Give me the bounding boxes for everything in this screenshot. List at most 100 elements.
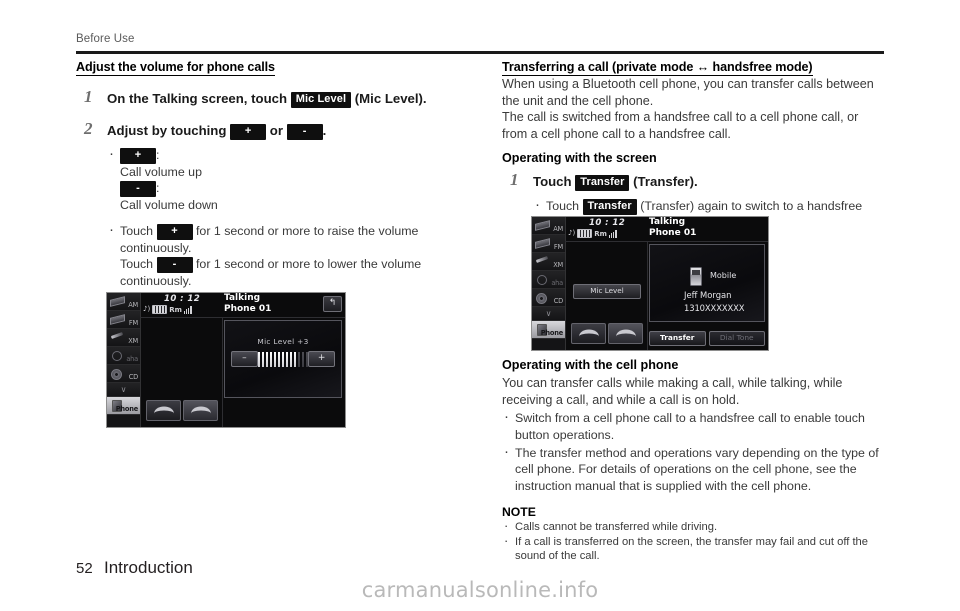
sidebar-item-am[interactable]: AM [107, 293, 140, 311]
antenna-icon [109, 331, 124, 343]
device-left-status-bar: 10 : 12 ♪) Rm Talking Phone 01 ↰ [140, 293, 345, 318]
plus-keycap[interactable]: + [230, 124, 267, 140]
minus-keycap-3[interactable]: - [156, 257, 193, 274]
sidebar-item-xm[interactable]: XM [532, 253, 565, 271]
call-control-buttons [146, 400, 218, 421]
step-1-text: On the Talking screen, touch Mic Level (… [107, 90, 451, 108]
device-left-main: 10 : 12 ♪) Rm Talking Phone 01 ↰ Mic Lev… [140, 293, 345, 427]
transfer-again-pre: Touch [546, 199, 580, 214]
device-right-main: 10 : 12 ♪) Rm Talking Phone 01 Mic Level… [565, 217, 768, 350]
mic-level-keycap[interactable]: Mic Level [290, 92, 352, 108]
roaming-indicator: Rm [594, 229, 607, 238]
left-column: Adjust the volume for phone calls 1 On t… [76, 58, 451, 290]
sidebar-item-am[interactable]: AM [532, 217, 565, 235]
dial-tone-button: Dial Tone [708, 331, 765, 346]
step-1-text-before: On the Talking screen, touch [107, 91, 288, 106]
right-step-1-after: (Transfer). [633, 174, 698, 190]
status-icons: ♪) Rm [143, 305, 192, 314]
bullet-volume-keys: +: Call volume up -: Call volume down [107, 146, 451, 214]
bluetooth-icon: ♪) [568, 229, 576, 237]
tape-icon [534, 219, 550, 231]
colon-1: : [156, 148, 160, 162]
footer-section-name: Introduction [104, 558, 193, 577]
battery-icon [577, 229, 593, 238]
right-step-1-number: 1 [510, 170, 519, 190]
transfer-keycap-2[interactable]: Transfer [582, 199, 637, 216]
mobile-phone-icon [690, 267, 702, 286]
right-column: Transferring a call (private mode ↔ hand… [502, 58, 884, 232]
signal-bars-icon [608, 229, 617, 238]
header-rule [76, 51, 884, 54]
sidebar-item-xm-label: XM [553, 261, 563, 269]
right-section-title: Transferring a call (private mode ↔ hand… [502, 60, 813, 76]
plus-keycap-2[interactable]: + [120, 148, 156, 164]
sidebar-item-fm[interactable]: FM [532, 235, 565, 253]
sidebar-item-phone[interactable]: Phone [532, 321, 565, 339]
mic-level-panel: Mic Level +3 – + [224, 320, 342, 398]
antenna-icon [534, 255, 549, 267]
transfer-button[interactable]: Transfer [649, 331, 706, 346]
disc-icon [109, 367, 124, 380]
chevron-down-icon[interactable]: ∨ [532, 307, 565, 321]
device-left-pane [140, 318, 223, 427]
call-state: Talking [649, 217, 686, 227]
sidebar-item-cd[interactable]: CD [107, 365, 140, 383]
battery-icon [152, 305, 168, 314]
mic-level-control-row: – + [231, 351, 335, 367]
running-head: Before Use [76, 33, 135, 45]
sidebar-item-am-label: AM [128, 301, 138, 309]
phone-bullets: Switch from a cell phone call to a hands… [502, 409, 884, 494]
device-right-source-sidebar: AM FM XM aha CD ∨ Phone [532, 217, 566, 350]
tape-icon [534, 237, 550, 249]
mic-minus-button[interactable]: – [231, 351, 258, 367]
sidebar-item-xm-label: XM [128, 337, 138, 345]
call-state: Talking [224, 293, 261, 303]
answer-call-button[interactable] [571, 323, 606, 344]
call-line-label: Phone 01 [649, 228, 697, 238]
minus-keycap-2[interactable]: - [120, 181, 156, 198]
sidebar-item-fm[interactable]: FM [107, 311, 140, 329]
return-icon[interactable]: ↰ [323, 296, 342, 312]
watermark: carmanualsonline.info [361, 578, 599, 602]
end-call-button[interactable] [608, 323, 643, 344]
handset-icon [190, 406, 211, 415]
minus-keycap[interactable]: - [286, 124, 323, 140]
handset-icon [615, 329, 636, 338]
phone-bullet-1: Switch from a cell phone call to a hands… [502, 409, 884, 443]
note-heading: NOTE [502, 505, 536, 520]
sidebar-item-phone-label: Phone [115, 405, 138, 413]
call-line-label: Phone 01 [224, 304, 272, 314]
transfer-keycap[interactable]: Transfer [575, 175, 630, 192]
sidebar-item-aha-label: aha [126, 355, 138, 363]
handset-icon [153, 406, 174, 415]
right-step-1-text: Touch Transfer (Transfer). [533, 173, 884, 192]
step-1-number: 1 [84, 87, 93, 106]
step-2-text-after: . [322, 123, 327, 138]
plus-keycap-3[interactable]: + [156, 223, 193, 240]
sidebar-item-aha[interactable]: aha [107, 347, 140, 365]
mic-level-segment [281, 351, 285, 367]
device-bottom-bar: Transfer Dial Tone [649, 331, 765, 346]
sidebar-item-xm[interactable]: XM [107, 329, 140, 347]
chevron-down-icon[interactable]: ∨ [107, 383, 140, 397]
left-section-title: Adjust the volume for phone calls [76, 60, 275, 76]
step-2-number: 2 [84, 119, 93, 138]
subheading-operating-screen: Operating with the screen [502, 151, 657, 166]
mic-level-button[interactable]: Mic Level [573, 284, 641, 299]
step-2-text-before: Adjust by touching [107, 123, 227, 138]
step-1: 1 On the Talking screen, touch Mic Level… [76, 87, 451, 108]
answer-call-button[interactable] [146, 400, 181, 421]
step-1-text-after: (Mic Level). [354, 91, 427, 106]
end-call-button[interactable] [183, 400, 218, 421]
sidebar-item-phone[interactable]: Phone [107, 397, 140, 415]
mic-level-segment [301, 351, 305, 367]
mic-level-bar [257, 351, 309, 367]
mic-plus-button[interactable]: + [308, 351, 335, 367]
circle-icon [109, 349, 124, 361]
right-step-1-before: Touch [533, 174, 572, 190]
right-paragraph-phone: You can transfer calls while making a ca… [502, 376, 843, 407]
status-icons: ♪) Rm [568, 229, 617, 238]
sidebar-item-cd[interactable]: CD [532, 289, 565, 307]
sidebar-item-aha[interactable]: aha [532, 271, 565, 289]
sidebar-item-aha-label: aha [551, 279, 563, 287]
